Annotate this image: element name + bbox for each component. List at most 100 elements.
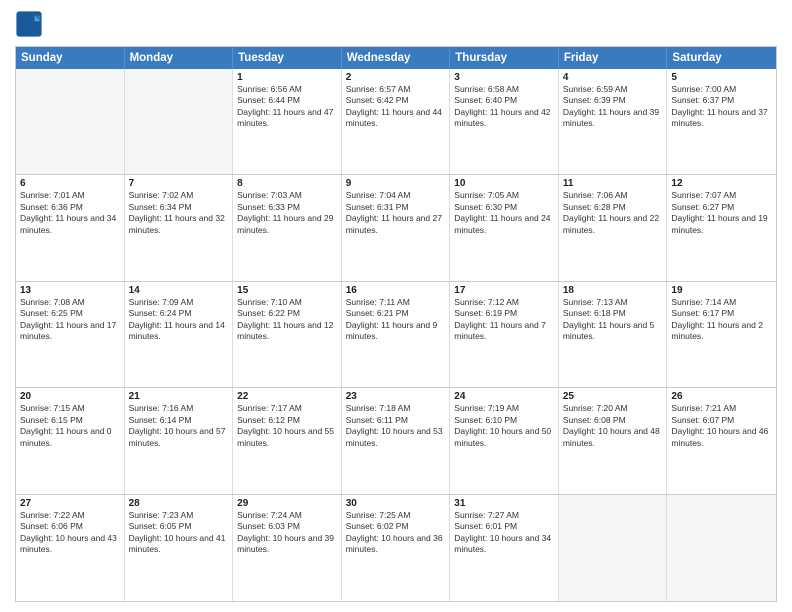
cell-info: Sunrise: 7:05 AM Sunset: 6:30 PM Dayligh… (454, 190, 554, 236)
calendar-row: 20Sunrise: 7:15 AM Sunset: 6:15 PM Dayli… (16, 388, 776, 494)
calendar-row: 13Sunrise: 7:08 AM Sunset: 6:25 PM Dayli… (16, 282, 776, 388)
calendar-cell: 14Sunrise: 7:09 AM Sunset: 6:24 PM Dayli… (125, 282, 234, 387)
cell-info: Sunrise: 7:04 AM Sunset: 6:31 PM Dayligh… (346, 190, 446, 236)
cell-date: 28 (129, 498, 229, 509)
calendar-cell: 25Sunrise: 7:20 AM Sunset: 6:08 PM Dayli… (559, 388, 668, 493)
calendar-body: 1Sunrise: 6:56 AM Sunset: 6:44 PM Daylig… (16, 69, 776, 601)
cell-info: Sunrise: 7:00 AM Sunset: 6:37 PM Dayligh… (671, 84, 772, 130)
calendar-row: 1Sunrise: 6:56 AM Sunset: 6:44 PM Daylig… (16, 69, 776, 175)
day-header-monday: Monday (125, 47, 234, 69)
cell-date: 18 (563, 285, 663, 296)
cell-date: 10 (454, 178, 554, 189)
cell-info: Sunrise: 7:23 AM Sunset: 6:05 PM Dayligh… (129, 510, 229, 556)
logo (15, 10, 47, 38)
cell-info: Sunrise: 6:56 AM Sunset: 6:44 PM Dayligh… (237, 84, 337, 130)
cell-info: Sunrise: 7:24 AM Sunset: 6:03 PM Dayligh… (237, 510, 337, 556)
cell-info: Sunrise: 7:11 AM Sunset: 6:21 PM Dayligh… (346, 297, 446, 343)
calendar-cell: 27Sunrise: 7:22 AM Sunset: 6:06 PM Dayli… (16, 495, 125, 601)
calendar-cell: 5Sunrise: 7:00 AM Sunset: 6:37 PM Daylig… (667, 69, 776, 174)
calendar-cell (667, 495, 776, 601)
cell-date: 23 (346, 391, 446, 402)
cell-date: 8 (237, 178, 337, 189)
calendar-cell: 23Sunrise: 7:18 AM Sunset: 6:11 PM Dayli… (342, 388, 451, 493)
calendar-cell: 24Sunrise: 7:19 AM Sunset: 6:10 PM Dayli… (450, 388, 559, 493)
cell-info: Sunrise: 7:27 AM Sunset: 6:01 PM Dayligh… (454, 510, 554, 556)
logo-icon (15, 10, 43, 38)
cell-date: 13 (20, 285, 120, 296)
cell-info: Sunrise: 7:16 AM Sunset: 6:14 PM Dayligh… (129, 403, 229, 449)
page: SundayMondayTuesdayWednesdayThursdayFrid… (0, 0, 792, 612)
cell-info: Sunrise: 7:03 AM Sunset: 6:33 PM Dayligh… (237, 190, 337, 236)
cell-info: Sunrise: 7:25 AM Sunset: 6:02 PM Dayligh… (346, 510, 446, 556)
calendar-row: 6Sunrise: 7:01 AM Sunset: 6:36 PM Daylig… (16, 175, 776, 281)
cell-info: Sunrise: 7:09 AM Sunset: 6:24 PM Dayligh… (129, 297, 229, 343)
cell-date: 14 (129, 285, 229, 296)
cell-date: 3 (454, 72, 554, 83)
day-header-thursday: Thursday (450, 47, 559, 69)
cell-date: 6 (20, 178, 120, 189)
calendar-cell: 12Sunrise: 7:07 AM Sunset: 6:27 PM Dayli… (667, 175, 776, 280)
calendar-cell: 6Sunrise: 7:01 AM Sunset: 6:36 PM Daylig… (16, 175, 125, 280)
calendar-cell: 11Sunrise: 7:06 AM Sunset: 6:28 PM Dayli… (559, 175, 668, 280)
calendar-cell: 8Sunrise: 7:03 AM Sunset: 6:33 PM Daylig… (233, 175, 342, 280)
calendar-cell: 19Sunrise: 7:14 AM Sunset: 6:17 PM Dayli… (667, 282, 776, 387)
calendar: SundayMondayTuesdayWednesdayThursdayFrid… (15, 46, 777, 602)
cell-info: Sunrise: 7:14 AM Sunset: 6:17 PM Dayligh… (671, 297, 772, 343)
cell-info: Sunrise: 7:07 AM Sunset: 6:27 PM Dayligh… (671, 190, 772, 236)
calendar-cell: 29Sunrise: 7:24 AM Sunset: 6:03 PM Dayli… (233, 495, 342, 601)
cell-info: Sunrise: 6:58 AM Sunset: 6:40 PM Dayligh… (454, 84, 554, 130)
calendar-cell: 9Sunrise: 7:04 AM Sunset: 6:31 PM Daylig… (342, 175, 451, 280)
calendar-cell: 31Sunrise: 7:27 AM Sunset: 6:01 PM Dayli… (450, 495, 559, 601)
calendar-cell: 7Sunrise: 7:02 AM Sunset: 6:34 PM Daylig… (125, 175, 234, 280)
calendar-cell: 17Sunrise: 7:12 AM Sunset: 6:19 PM Dayli… (450, 282, 559, 387)
cell-date: 26 (671, 391, 772, 402)
cell-date: 9 (346, 178, 446, 189)
cell-date: 27 (20, 498, 120, 509)
cell-info: Sunrise: 7:21 AM Sunset: 6:07 PM Dayligh… (671, 403, 772, 449)
calendar-cell (125, 69, 234, 174)
cell-date: 1 (237, 72, 337, 83)
calendar-cell: 2Sunrise: 6:57 AM Sunset: 6:42 PM Daylig… (342, 69, 451, 174)
cell-date: 15 (237, 285, 337, 296)
cell-info: Sunrise: 7:20 AM Sunset: 6:08 PM Dayligh… (563, 403, 663, 449)
cell-info: Sunrise: 7:08 AM Sunset: 6:25 PM Dayligh… (20, 297, 120, 343)
cell-date: 29 (237, 498, 337, 509)
calendar-cell: 21Sunrise: 7:16 AM Sunset: 6:14 PM Dayli… (125, 388, 234, 493)
cell-date: 21 (129, 391, 229, 402)
cell-date: 30 (346, 498, 446, 509)
cell-info: Sunrise: 7:15 AM Sunset: 6:15 PM Dayligh… (20, 403, 120, 449)
calendar-cell (559, 495, 668, 601)
cell-info: Sunrise: 7:02 AM Sunset: 6:34 PM Dayligh… (129, 190, 229, 236)
cell-date: 24 (454, 391, 554, 402)
cell-info: Sunrise: 6:57 AM Sunset: 6:42 PM Dayligh… (346, 84, 446, 130)
cell-info: Sunrise: 7:06 AM Sunset: 6:28 PM Dayligh… (563, 190, 663, 236)
day-header-saturday: Saturday (667, 47, 776, 69)
day-header-tuesday: Tuesday (233, 47, 342, 69)
cell-date: 31 (454, 498, 554, 509)
calendar-cell: 3Sunrise: 6:58 AM Sunset: 6:40 PM Daylig… (450, 69, 559, 174)
cell-info: Sunrise: 7:18 AM Sunset: 6:11 PM Dayligh… (346, 403, 446, 449)
cell-info: Sunrise: 7:17 AM Sunset: 6:12 PM Dayligh… (237, 403, 337, 449)
cell-date: 17 (454, 285, 554, 296)
day-header-sunday: Sunday (16, 47, 125, 69)
calendar-cell: 28Sunrise: 7:23 AM Sunset: 6:05 PM Dayli… (125, 495, 234, 601)
calendar-cell: 13Sunrise: 7:08 AM Sunset: 6:25 PM Dayli… (16, 282, 125, 387)
cell-info: Sunrise: 7:10 AM Sunset: 6:22 PM Dayligh… (237, 297, 337, 343)
cell-info: Sunrise: 7:12 AM Sunset: 6:19 PM Dayligh… (454, 297, 554, 343)
calendar-cell: 16Sunrise: 7:11 AM Sunset: 6:21 PM Dayli… (342, 282, 451, 387)
cell-date: 19 (671, 285, 772, 296)
calendar-row: 27Sunrise: 7:22 AM Sunset: 6:06 PM Dayli… (16, 495, 776, 601)
calendar-cell: 18Sunrise: 7:13 AM Sunset: 6:18 PM Dayli… (559, 282, 668, 387)
calendar-header: SundayMondayTuesdayWednesdayThursdayFrid… (16, 47, 776, 69)
day-header-wednesday: Wednesday (342, 47, 451, 69)
calendar-cell: 15Sunrise: 7:10 AM Sunset: 6:22 PM Dayli… (233, 282, 342, 387)
calendar-cell: 4Sunrise: 6:59 AM Sunset: 6:39 PM Daylig… (559, 69, 668, 174)
day-header-friday: Friday (559, 47, 668, 69)
calendar-cell: 10Sunrise: 7:05 AM Sunset: 6:30 PM Dayli… (450, 175, 559, 280)
calendar-cell: 20Sunrise: 7:15 AM Sunset: 6:15 PM Dayli… (16, 388, 125, 493)
cell-date: 7 (129, 178, 229, 189)
cell-date: 12 (671, 178, 772, 189)
cell-date: 16 (346, 285, 446, 296)
cell-date: 2 (346, 72, 446, 83)
cell-date: 5 (671, 72, 772, 83)
